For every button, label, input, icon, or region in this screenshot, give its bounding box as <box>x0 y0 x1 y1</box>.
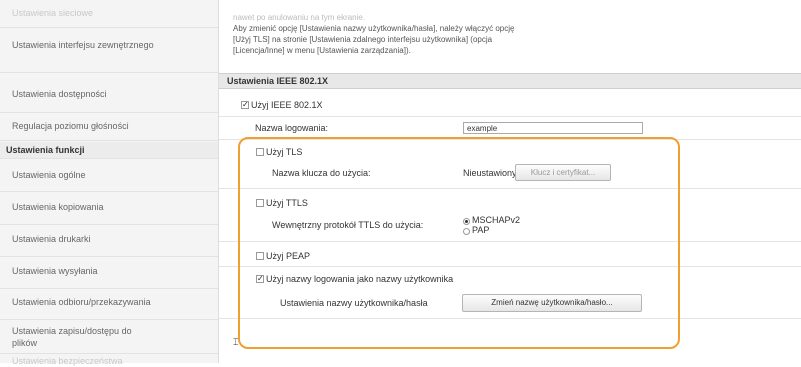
info-note-line-2: Aby zmienić opcję [Ustawienia nazwy użyt… <box>233 24 515 33</box>
use-login-as-username-label: Użyj nazwy logowania jako nazwy użytkown… <box>266 274 454 284</box>
info-note-line-3: [Użyj TLS] na stronie [Ustawienia zdalne… <box>233 35 493 44</box>
sidebar-item-store-access-files[interactable]: Ustawienia zapisu/dostępu do plików <box>0 321 218 354</box>
sidebar-item-external-interface[interactable]: Ustawienia interfejsu zewnętrznego <box>0 29 218 73</box>
login-name-input[interactable] <box>463 122 643 134</box>
row-divider <box>219 241 801 242</box>
login-name-label: Nazwa logowania: <box>255 123 329 133</box>
row-divider <box>219 318 801 319</box>
change-username-password-button[interactable]: Zmień nazwę użytkownika/hasło... <box>462 294 642 312</box>
ieee-section-header: Ustawienia IEEE 802.1X <box>219 73 801 89</box>
main-panel: nawet po anulowaniu na tym ekranie. Aby … <box>219 0 801 363</box>
ttls-protocol-label: Wewnętrzny protokół TTLS do użycia: <box>272 220 424 230</box>
info-note-line-4: [Licencja/Inne] w menu [Ustawienia zarzą… <box>233 46 411 55</box>
sidebar-item-network-settings[interactable]: Ustawienia sieciowe <box>0 0 218 28</box>
sidebar-item-security[interactable]: Ustawienia bezpieczeństwa <box>0 355 218 367</box>
use-ieee-label: Użyj IEEE 802.1X <box>251 100 323 110</box>
sidebar-section-function-settings: Ustawienia funkcji <box>0 142 218 159</box>
sidebar-item-copy[interactable]: Ustawienia kopiowania <box>0 193 218 225</box>
sidebar-item-accessibility[interactable]: Ustawienia dostępności <box>0 74 218 113</box>
sidebar-item-printer[interactable]: Ustawienia drukarki <box>0 226 218 257</box>
sidebar-item-send[interactable]: Ustawienia wysyłania <box>0 258 218 289</box>
ttls-protocol-option-label: PAP <box>472 225 490 235</box>
text-cursor-icon: ⌶ <box>233 337 239 347</box>
key-name-value: Nieustawiony. <box>463 168 519 178</box>
sidebar-item-general[interactable]: Ustawienia ogólne <box>0 160 218 192</box>
use-ttls-checkbox[interactable] <box>256 199 264 207</box>
settings-sidebar: Ustawienia sieciowe Ustawienia interfejs… <box>0 0 219 366</box>
username-password-settings-label: Ustawienia nazwy użytkownika/hasła <box>280 298 428 308</box>
row-divider <box>219 139 801 140</box>
key-certificate-button[interactable]: Klucz i certyfikat... <box>515 164 611 181</box>
row-divider <box>219 116 801 117</box>
ttls-protocol-radio-mschapv2[interactable] <box>463 218 470 225</box>
use-peap-label: Użyj PEAP <box>266 251 311 261</box>
row-divider <box>219 188 801 189</box>
ttls-protocol-radio-pap[interactable] <box>463 228 470 235</box>
use-tls-label: Użyj TLS <box>266 147 303 157</box>
use-tls-checkbox[interactable] <box>256 148 264 156</box>
use-login-as-username-checkbox[interactable]: ✓ <box>256 275 264 283</box>
info-note-line-1: nawet po anulowaniu na tym ekranie. <box>233 13 366 22</box>
row-divider <box>219 266 801 267</box>
use-ieee-checkbox[interactable]: ✓ <box>241 101 249 109</box>
key-name-label: Nazwa klucza do użycia: <box>272 168 371 178</box>
sidebar-item-receive-forward[interactable]: Ustawienia odbioru/przekazywania <box>0 290 218 320</box>
sidebar-item-volume[interactable]: Regulacja poziomu głośności <box>0 114 218 141</box>
use-ttls-label: Użyj TTLS <box>266 198 308 208</box>
use-peap-checkbox[interactable] <box>256 252 264 260</box>
ttls-protocol-option-label: MSCHAPv2 <box>472 215 521 225</box>
